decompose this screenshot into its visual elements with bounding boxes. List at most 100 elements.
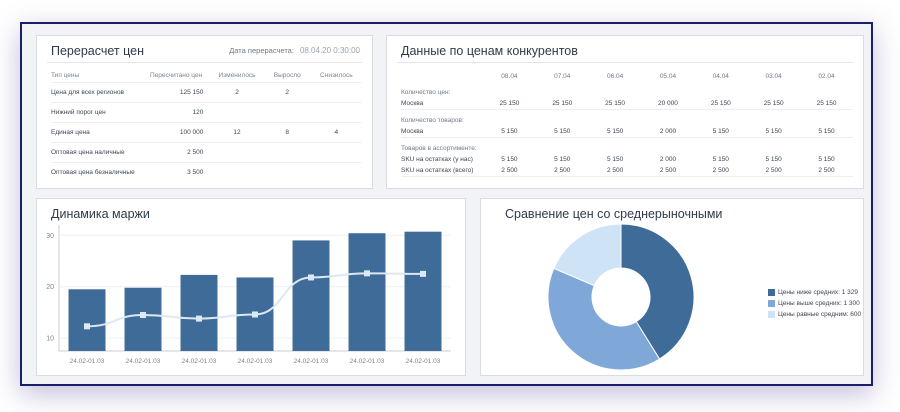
competitors-cell: 25 150 <box>694 98 748 110</box>
legend-item: Цены равные средним: 600 <box>768 309 861 320</box>
competitors-cell: 25 150 <box>747 98 801 110</box>
recalc-cell <box>211 142 263 163</box>
competitors-header-row: 08.04 07.04 06.04 05.04 04.04 03.04 02.0… <box>401 70 853 82</box>
competitors-cell: 5 150 <box>554 156 571 163</box>
recalc-cell <box>262 162 312 182</box>
competitors-cell: 5 150 <box>694 126 748 138</box>
recalc-cell: 8 <box>262 122 312 143</box>
competitors-date-header: 04.04 <box>712 72 729 80</box>
competitors-title: Данные по ценам конкурентов <box>401 44 578 58</box>
competitors-cell: 2 000 <box>641 126 695 138</box>
competitors-corner <box>401 70 483 82</box>
margin-bar <box>180 274 218 351</box>
recalc-cell <box>311 162 361 182</box>
margin-bar <box>404 231 442 351</box>
y-tick-label: 20 <box>46 284 54 291</box>
recalc-cell <box>211 102 263 123</box>
competitors-cell: 5 150 <box>747 126 801 138</box>
legend-label: Цены равные средним: 600 <box>778 311 862 318</box>
competitors-cell: 5 150 <box>765 156 782 163</box>
competitors-row-label: Москва <box>401 126 483 138</box>
recalc-row: Оптовая цена наличные 2 500 <box>51 142 361 163</box>
margin-chart: 10 20 30 24.02-01.03 24.02-01.03 24.02-01.03 2… <box>46 225 451 365</box>
legend-swatch <box>768 289 775 296</box>
legend-item: Цены выше средних: 1 300 <box>768 298 861 309</box>
margin-point <box>420 270 426 277</box>
recalc-cell: Цена для всех регионов <box>51 82 141 103</box>
recalc-card: Перерасчет цен Дата перерасчета: 08.04.20… <box>36 35 373 189</box>
margin-point <box>84 323 90 330</box>
y-tick-label: 10 <box>46 336 54 343</box>
recalc-cell: Оптовая цена наличные <box>51 142 141 163</box>
competitors-cell: 2 500 <box>588 165 642 177</box>
recalc-date-label: Дата перерасчета: <box>229 46 294 55</box>
recalc-cell: 4 <box>311 122 361 143</box>
competitors-section-row: Количество товаров: <box>401 110 853 127</box>
competitors-cell: 5 150 <box>818 156 835 163</box>
recalc-cell: 2 <box>211 82 263 103</box>
recalc-col-header: Тип цены <box>51 71 80 79</box>
recalc-date: Дата перерасчета: 08.04.20 0:30:00 <box>229 46 360 55</box>
recalc-cell: 100 000 <box>140 122 212 143</box>
competitors-section-label: Количество цен: <box>401 89 451 96</box>
competitors-cell: 25 150 <box>800 98 853 110</box>
recalc-cell <box>311 102 361 123</box>
legend-item: Цены ниже средних: 1 329 <box>768 287 861 298</box>
price-compare-card: Сравнение цен со среднерыночными Цены ни… <box>480 198 864 376</box>
competitors-cell: 20 000 <box>641 98 695 110</box>
competitors-row-label: SKU на остатках (у нас) <box>401 156 473 163</box>
competitors-cell: 2 500 <box>800 165 853 177</box>
competitors-date-header: 05.04 <box>659 72 677 80</box>
x-tick-label: 24.02-01.03 <box>238 358 273 365</box>
recalc-cell: 3 500 <box>140 162 212 182</box>
y-tick-label: 30 <box>46 233 54 240</box>
margin-point <box>196 315 202 322</box>
competitors-section-row: Количество цен: <box>401 82 853 98</box>
recalc-cell: 12 <box>211 122 263 143</box>
competitors-section-row: Товаров в ассортименте: <box>401 138 853 155</box>
competitors-section-label: Товаров в ассортименте: <box>401 145 477 152</box>
competitors-cell: 5 150 <box>588 126 642 138</box>
competitors-cell: 25 150 <box>483 98 536 110</box>
competitors-cell: 2 500 <box>535 165 589 177</box>
competitors-date-header: 08.04 <box>501 72 518 80</box>
competitors-cell: 2 500 <box>694 165 748 177</box>
competitors-row: Москва 25 150 25 150 25 150 20 000 25 15… <box>401 98 853 110</box>
competitors-date-header: 07.04 <box>554 72 571 80</box>
competitors-row-label: Москва <box>401 98 483 110</box>
competitors-date-header: 06.04 <box>606 72 624 80</box>
recalc-cell: Единая цена <box>51 122 141 143</box>
competitors-divider <box>397 62 853 63</box>
margin-bar <box>68 289 106 351</box>
recalc-title: Перерасчет цен <box>51 44 144 58</box>
recalc-cell: Оптовая цена безналичные <box>51 162 141 182</box>
recalc-cell: 120 <box>140 102 212 123</box>
competitors-cell: 25 150 <box>535 98 589 110</box>
legend-label: Цены ниже средних: 1 329 <box>778 289 858 296</box>
recalc-date-value: 08.04.20 0:30:00 <box>299 46 360 55</box>
recalc-cell: Нижний порог цен <box>51 102 141 123</box>
recalc-table: Тип цены Пересчитано цен Изменилось Выро… <box>51 68 361 182</box>
legend-swatch <box>768 311 775 318</box>
competitors-section-label: Количество товаров: <box>401 117 464 124</box>
recalc-divider <box>47 62 362 63</box>
competitors-cell: 5 150 <box>800 126 853 138</box>
competitors-date-header: 03.04 <box>765 72 782 80</box>
recalc-cell <box>211 162 263 182</box>
margin-bar <box>124 287 162 351</box>
competitors-cell: 5 150 <box>606 156 624 163</box>
competitors-date-header: 02.04 <box>818 72 835 80</box>
competitors-row-label: SKU на остатках (всего) <box>401 165 483 177</box>
competitors-cell: 5 150 <box>535 126 589 138</box>
recalc-col-header: Изменилось <box>218 71 256 79</box>
x-tick-label: 24.02-01.03 <box>70 358 105 365</box>
competitors-cell: 2 500 <box>641 165 695 177</box>
recalc-row: Оптовая цена безналичные 3 500 <box>51 162 361 182</box>
x-tick-label: 24.02-01.03 <box>350 358 385 365</box>
recalc-cell <box>262 102 312 123</box>
margin-bar <box>348 233 386 351</box>
competitors-cell: 5 150 <box>712 156 729 163</box>
recalc-cell: 2 <box>262 82 312 103</box>
x-tick-label: 24.02-01.03 <box>182 358 217 365</box>
competitors-cell: 2 500 <box>747 165 801 177</box>
